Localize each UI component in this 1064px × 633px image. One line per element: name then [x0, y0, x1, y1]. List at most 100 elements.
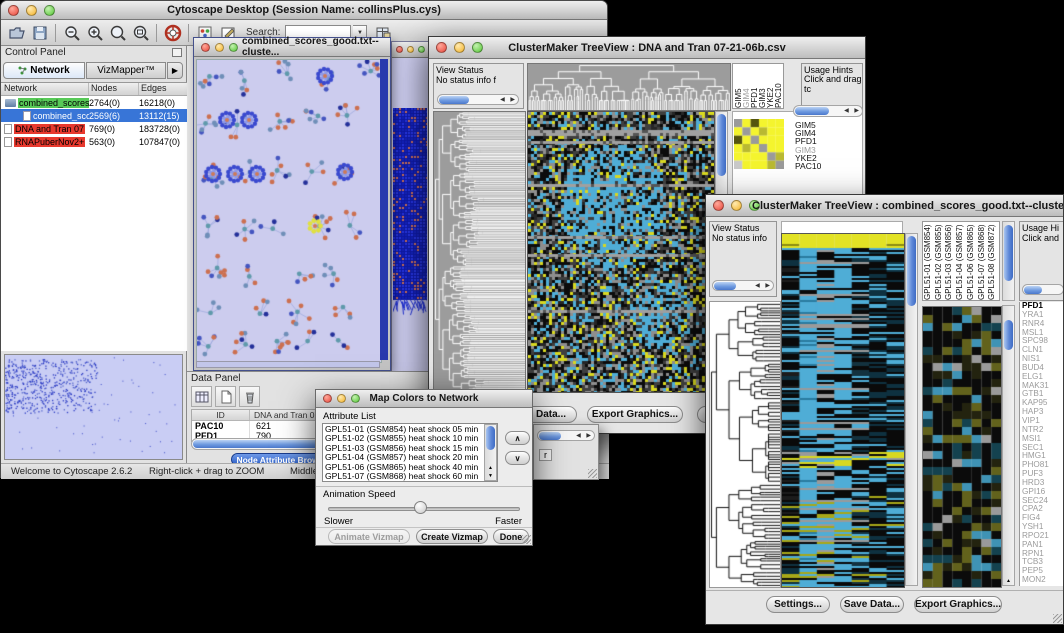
map-colors-dialog: Map Colors to Network Attribute List GPL…	[315, 389, 533, 546]
main-titlebar[interactable]: Cytoscape Desktop (Session Name: collins…	[1, 1, 607, 20]
minimize-button[interactable]	[407, 46, 414, 53]
tv1-zoom-gene-list: GIM5 GIM4 PFD1 GIM3 YKE2 PAC10	[795, 121, 857, 170]
animation-speed-label: Animation Speed	[323, 489, 395, 500]
column-label[interactable]: YKE2	[767, 64, 775, 108]
fragment-text: r	[539, 449, 552, 461]
attribute-item[interactable]: GPL51-07 (GSM868) heat shock 60 min	[325, 472, 483, 481]
network-overview[interactable]	[4, 354, 183, 460]
settings-button[interactable]: Settings...	[766, 596, 830, 613]
column-label[interactable]: PAC10	[775, 64, 783, 108]
zoom-button[interactable]	[418, 46, 425, 53]
open-file-icon[interactable]	[6, 22, 27, 43]
tabs-overflow-arrow[interactable]: ▶	[167, 62, 183, 79]
tv1-heatmap[interactable]	[527, 111, 715, 393]
fragment-hscrollbar[interactable]: ◀ ▶	[537, 430, 595, 441]
export-graphics-button[interactable]: Export Graphics...	[587, 406, 683, 423]
zoom-out-icon[interactable]	[61, 22, 82, 43]
delete-attribute-trash-icon[interactable]	[239, 386, 260, 407]
gene-label[interactable]: PAC10	[795, 162, 857, 170]
create-vizmap-button[interactable]: Create Vizmap	[416, 529, 488, 544]
scroll-down-arrow[interactable]: ▲	[1003, 578, 1014, 584]
scroll-down-arrow[interactable]: ▼	[485, 473, 496, 479]
treeview2-titlebar[interactable]: ClusterMaker TreeView : combined_scores_…	[706, 195, 1063, 217]
treeview1-titlebar[interactable]: ClusterMaker TreeView : DNA and Tran 07-…	[429, 37, 865, 59]
column-label[interactable]: GPL51-08 (GSM872)	[988, 222, 999, 300]
gene-label[interactable]: MON2	[1022, 576, 1064, 585]
view-status-text: No status info f	[434, 75, 523, 85]
column-label[interactable]: GPL51-03 (GSM856)	[945, 222, 956, 300]
control-panel-tabs: Network VizMapper™ ▶	[1, 61, 186, 80]
float-panel-icon[interactable]	[172, 48, 182, 57]
attribute-list-vscrollbar[interactable]: ▲ ▼	[484, 424, 497, 481]
slider-thumb[interactable]	[414, 501, 427, 514]
close-button[interactable]	[396, 46, 403, 53]
resize-grip[interactable]	[522, 535, 531, 544]
tv1-zoom-heatmap[interactable]	[734, 119, 784, 169]
network-vscrollbar[interactable]	[380, 59, 388, 360]
column-label[interactable]: GPL51-02 (GSM855)	[935, 222, 946, 300]
status-zoom-hint: Right-click + drag to ZOOM	[149, 466, 264, 477]
save-data-button[interactable]: Save Data...	[840, 596, 904, 613]
col-network[interactable]: Network	[1, 83, 89, 95]
tv2-usage-hints-panel: Usage Hi Click and	[1019, 221, 1064, 301]
help-lifering-icon[interactable]	[162, 22, 183, 43]
network-hscrollbar[interactable]	[196, 361, 380, 368]
save-icon[interactable]	[29, 22, 50, 43]
tv1-view-status-panel: View Status No status info f ◀ ▶	[433, 63, 524, 109]
tab-vizmapper[interactable]: VizMapper™	[86, 62, 166, 79]
column-label[interactable]: GPL51-07 (GSM868)	[978, 222, 989, 300]
slower-label: Slower	[324, 516, 353, 527]
network-canvas[interactable]	[196, 59, 382, 363]
resize-grip[interactable]	[588, 469, 597, 478]
new-attribute-icon[interactable]	[215, 386, 236, 407]
tv2-view-status-panel: View Status No status info ◀ ▶	[709, 221, 777, 297]
tv1-status-hscrollbar[interactable]: ◀ ▶	[437, 94, 519, 105]
tv2-heatmap[interactable]	[781, 233, 905, 588]
tv1-column-labels: GIM5 GIM4 PFD1 GIM3 YKE2 PAC10	[732, 63, 784, 109]
move-up-button[interactable]: ∧	[505, 431, 530, 445]
hidden-window-fragment: ◀ ▶ r	[533, 424, 599, 480]
column-label[interactable]: GIM4	[743, 64, 751, 108]
tv2-zoom-heatmap[interactable]	[922, 306, 1002, 588]
dense-network-block	[393, 108, 427, 318]
move-down-button[interactable]: ∨	[505, 451, 530, 465]
network-row[interactable]: combined_scores 2764(0) 16218(0)	[1, 96, 187, 109]
col-nodes[interactable]: Nodes	[89, 83, 139, 95]
tv2-labels-vscrollbar[interactable]	[1002, 221, 1015, 301]
tv1-column-dendrogram[interactable]	[527, 63, 731, 111]
tv2-genelist-vscrollbar[interactable]: ▲	[1002, 305, 1015, 586]
column-label[interactable]: GPL51-06 (GSM865)	[967, 222, 978, 300]
column-label[interactable]: GIM3	[759, 64, 767, 108]
attribute-table-icon[interactable]	[191, 386, 212, 407]
file-icon	[23, 111, 31, 121]
zoom-selected-icon[interactable]	[107, 22, 128, 43]
col-edges[interactable]: Edges	[139, 83, 187, 95]
column-label[interactable]: GPL51-04 (GSM857)	[956, 222, 967, 300]
column-label[interactable]: GPL51-01 (GSM854)	[924, 222, 935, 300]
tv2-column-labels: GPL51-01 (GSM854) GPL51-02 (GSM855) GPL5…	[922, 221, 1000, 301]
scroll-up-arrow[interactable]: ▲	[485, 465, 496, 471]
zoom-fit-icon[interactable]	[130, 22, 151, 43]
network-row[interactable]: RNAPuberNov2+ 563(0) 107847(0)	[1, 135, 187, 148]
file-icon	[4, 137, 12, 147]
dialog-titlebar[interactable]: Map Colors to Network	[316, 390, 532, 408]
network-row-selected[interactable]: combined_sco 2569(6) 13112(15)	[1, 109, 187, 122]
tv2-column-tree-area	[781, 221, 903, 233]
tv1-row-dendrogram[interactable]	[433, 111, 526, 393]
network-row[interactable]: DNA and Tran 07 769(0) 183728(0)	[1, 122, 187, 135]
tv2-heatmap-vscrollbar[interactable]	[905, 233, 918, 586]
tv2-row-dendrogram[interactable]	[709, 301, 781, 588]
export-graphics-button[interactable]: Export Graphics...	[914, 596, 1002, 613]
attribute-listbox[interactable]: GPL51-01 (GSM854) heat shock 05 min GPL5…	[322, 423, 498, 482]
resize-grip[interactable]	[1053, 614, 1062, 623]
tab-network[interactable]: Network	[3, 62, 85, 79]
tv2-status-hscrollbar[interactable]: ◀ ▶	[712, 280, 774, 291]
tv2-usage-hscrollbar[interactable]	[1022, 284, 1064, 295]
column-label[interactable]: PFD1	[751, 64, 759, 108]
id-column-header[interactable]: ID	[192, 410, 250, 420]
animate-vizmap-button[interactable]: Animate Vizmap	[328, 529, 410, 544]
treeview1-title: ClusterMaker TreeView : DNA and Tran 07-…	[429, 37, 865, 58]
column-label[interactable]: GIM5	[735, 64, 743, 108]
tv1-zoom-hscrollbar[interactable]: ◀ ▶	[793, 105, 863, 117]
zoom-in-icon[interactable]	[84, 22, 105, 43]
